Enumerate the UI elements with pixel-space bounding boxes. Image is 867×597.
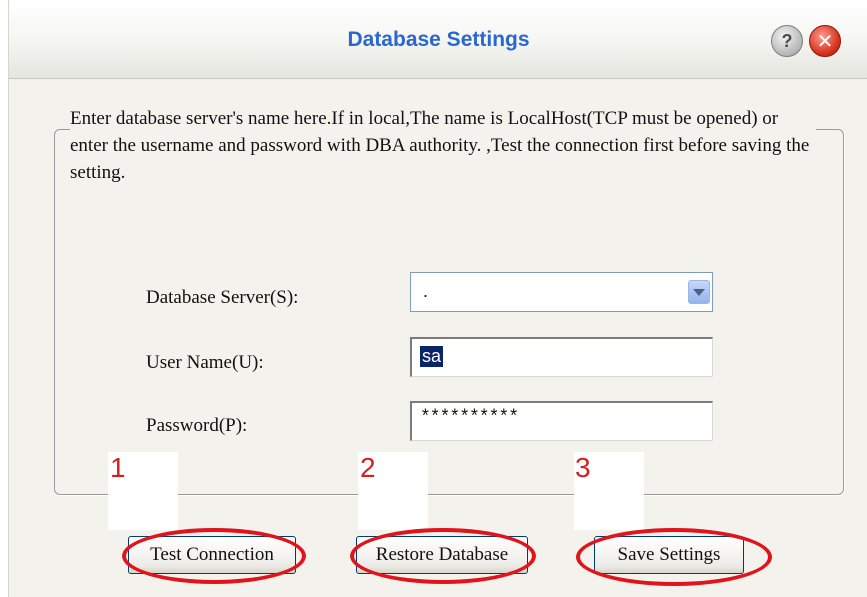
help-icon[interactable]: ?: [771, 25, 803, 57]
password-label-text: Password(P):: [146, 415, 248, 436]
annotation-number-1: 1: [110, 452, 126, 483]
user-label-text: User Name(U):: [146, 352, 264, 373]
server-label: Database Server(S):: [146, 287, 298, 309]
database-server-combobox[interactable]: .: [410, 272, 713, 312]
user-label: User Name(U):: [146, 352, 264, 374]
close-icon[interactable]: ✕: [809, 25, 841, 57]
annotation-number-2: 2: [360, 452, 376, 483]
title-bar: Database Settings: [9, 0, 867, 79]
instruction-text: Enter database server's name here.If in …: [70, 105, 816, 186]
server-label-text: Database Server(S):: [146, 287, 299, 308]
server-value: .: [423, 281, 429, 301]
save-settings-button[interactable]: Save Settings: [594, 536, 744, 574]
chevron-down-icon[interactable]: [688, 280, 710, 304]
test-connection-button[interactable]: Test Connection: [128, 536, 296, 574]
user-name-value: sa: [420, 346, 444, 367]
restore-database-button[interactable]: Restore Database: [356, 536, 528, 574]
dialog-title: Database Settings: [347, 28, 530, 51]
password-input[interactable]: **********: [410, 401, 713, 441]
annotation-number-3: 3: [575, 452, 591, 483]
password-label: Password(P):: [146, 415, 247, 437]
user-name-input[interactable]: sa: [410, 337, 713, 377]
password-value: **********: [420, 408, 519, 428]
